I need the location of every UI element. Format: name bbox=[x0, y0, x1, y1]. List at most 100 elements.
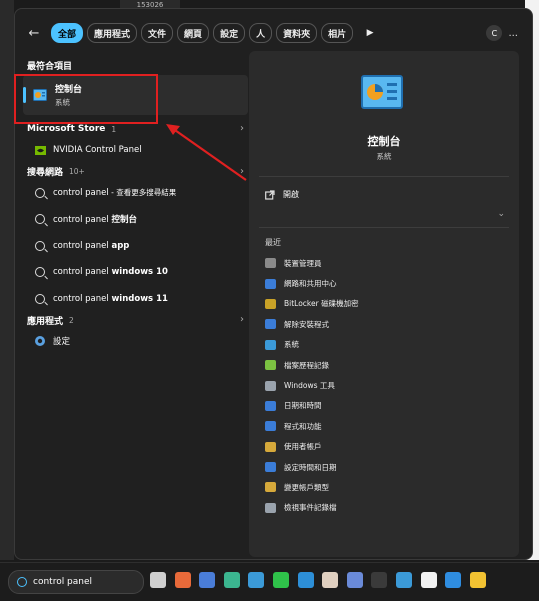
recent-list: 裝置管理員網路和共用中心 BitLocker 磁碟機加密 解除安裝程式 系統檔案歷程記… bbox=[265, 253, 505, 518]
filter-chip[interactable]: 設定 bbox=[213, 23, 246, 43]
recent-item-icon bbox=[265, 319, 276, 330]
recent-item[interactable]: 檢視事件記錄檔 bbox=[265, 498, 505, 518]
recent-item-icon bbox=[265, 258, 276, 269]
recent-item[interactable]: BitLocker 磁碟機加密 bbox=[265, 294, 505, 314]
filter-chip[interactable]: 人 bbox=[249, 23, 273, 43]
search-icon bbox=[35, 187, 45, 198]
task-view-icon[interactable] bbox=[150, 572, 166, 588]
recent-item-icon bbox=[265, 360, 276, 371]
chevron-down-icon[interactable]: ⌄ bbox=[497, 209, 505, 219]
filter-chip[interactable]: 相片 bbox=[321, 23, 354, 43]
web-result-text: control panel app bbox=[53, 241, 129, 251]
taskbar-app-icons bbox=[150, 572, 494, 588]
preview-subtitle: 系統 bbox=[376, 152, 392, 161]
store-result-label: NVIDIA Control Panel bbox=[53, 145, 142, 156]
annotation-arrow bbox=[166, 124, 247, 181]
store-count: 1 bbox=[111, 124, 117, 134]
filter-chip[interactable]: 應用程式 bbox=[87, 23, 138, 43]
back-arrow-icon[interactable]: ← bbox=[23, 23, 45, 43]
recent-item[interactable]: 程式和功能 bbox=[265, 416, 505, 436]
network-icon[interactable] bbox=[346, 572, 363, 588]
recent-item[interactable]: 網路和共用中心 bbox=[265, 273, 505, 293]
nvidia-icon bbox=[34, 145, 46, 155]
preview-pane: 控制台 系統 開啟 ⌄ 最近 裝置管理員網路和共用中心 BitLocker 磁碟機… bbox=[249, 51, 519, 557]
line-icon[interactable] bbox=[272, 572, 289, 588]
remote-desktop-icon[interactable] bbox=[248, 572, 265, 588]
recent-item[interactable]: 使用者帳戶 bbox=[265, 437, 505, 457]
web-result-query: control panel bbox=[53, 267, 112, 278]
web-result-query: control panel bbox=[53, 240, 112, 251]
search-input[interactable] bbox=[33, 577, 133, 587]
filter-chip[interactable]: 網頁 bbox=[177, 23, 210, 43]
taskbar-search-box[interactable] bbox=[8, 570, 144, 594]
vscode-icon[interactable] bbox=[445, 572, 462, 588]
web-result-item[interactable]: control panel app bbox=[23, 233, 248, 260]
store-section-label: Microsoft Store bbox=[27, 124, 106, 134]
recent-item-icon bbox=[265, 482, 276, 493]
chevron-right-icon[interactable]: › bbox=[240, 314, 244, 325]
recent-item[interactable]: 設定時間和日期 bbox=[265, 457, 505, 477]
filter-chip[interactable]: 資料夾 bbox=[276, 23, 318, 43]
open-external-icon bbox=[265, 189, 275, 200]
web-result-text: control panel 控制台 bbox=[53, 213, 137, 225]
file-explorer-icon[interactable] bbox=[469, 572, 486, 588]
store-icon[interactable] bbox=[420, 572, 437, 588]
web-result-query: control panel bbox=[53, 188, 109, 199]
apps-count: 2 bbox=[69, 315, 74, 325]
recent-item[interactable]: 變更帳戶類型 bbox=[265, 477, 505, 497]
divider bbox=[259, 176, 509, 177]
recent-item[interactable]: 解除安裝程式 bbox=[265, 314, 505, 334]
edge-icon[interactable] bbox=[297, 572, 314, 588]
recent-item-label: BitLocker 磁碟機加密 bbox=[284, 299, 359, 309]
recent-item[interactable]: 日期和時間 bbox=[265, 396, 505, 416]
terminal-icon[interactable] bbox=[371, 572, 388, 588]
recent-item-label: 程式和功能 bbox=[284, 421, 322, 431]
more-filters-play-icon[interactable]: ▶ bbox=[361, 28, 379, 38]
calculator-icon[interactable] bbox=[199, 572, 216, 588]
account-avatar[interactable]: C bbox=[486, 25, 503, 41]
web-section-label: 搜尋網路 bbox=[27, 168, 64, 178]
web-result-suggestion: windows 11 bbox=[111, 293, 168, 304]
recent-item-label: 解除安裝程式 bbox=[284, 319, 329, 329]
recent-item-label: 檢視事件記錄檔 bbox=[284, 503, 337, 513]
web-result-item[interactable]: control panel 控制台 bbox=[23, 206, 248, 233]
recent-item[interactable]: 系統 bbox=[265, 335, 505, 355]
web-result-item[interactable]: control panel windows 11 bbox=[23, 286, 248, 313]
copilot-icon[interactable] bbox=[174, 572, 191, 588]
search-icon bbox=[35, 293, 45, 304]
apps-section-heading[interactable]: 應用程式 2 bbox=[23, 312, 248, 328]
edge-dev-icon[interactable] bbox=[223, 572, 240, 588]
desktop-left-strip bbox=[0, 0, 14, 560]
search-icon bbox=[35, 267, 45, 278]
open-action[interactable]: 開啟 bbox=[265, 189, 299, 200]
recent-item-label: 系統 bbox=[284, 340, 299, 350]
web-count: 10+ bbox=[69, 167, 85, 176]
recent-item-label: 裝置管理員 bbox=[284, 258, 322, 268]
more-options-icon[interactable]: ... bbox=[508, 28, 518, 39]
recent-item[interactable]: Windows 工具 bbox=[265, 375, 505, 395]
preview-title: 控制台 bbox=[367, 135, 401, 148]
recent-item[interactable]: 裝置管理員 bbox=[265, 253, 505, 273]
web-result-text: control panel windows 10 bbox=[53, 267, 168, 277]
recent-item-icon bbox=[265, 380, 276, 391]
recent-item-icon bbox=[265, 298, 276, 309]
web-result-suggestion: app bbox=[111, 240, 130, 251]
paint-icon[interactable] bbox=[322, 572, 339, 588]
taskbar bbox=[0, 562, 539, 601]
recent-item[interactable]: 檔案歷程記錄 bbox=[265, 355, 505, 375]
web-result-suggestion: 控制台 bbox=[111, 215, 137, 226]
filter-chips: 全部 應用程式 文件 網頁 設定人資料夾 相片 bbox=[51, 23, 357, 43]
recent-item-icon bbox=[265, 462, 276, 473]
filter-chip[interactable]: 全部 bbox=[51, 23, 84, 43]
recent-heading: 最近 bbox=[265, 238, 281, 247]
filter-chip[interactable]: 文件 bbox=[141, 23, 174, 43]
recent-item-label: 使用者帳戶 bbox=[284, 442, 322, 452]
app-result-settings[interactable]: 設定 bbox=[23, 328, 248, 355]
search-icon bbox=[17, 577, 27, 587]
highlight-box-best-match bbox=[14, 74, 158, 124]
best-match-heading: 最符合項目 bbox=[27, 61, 73, 72]
web-result-query: control panel bbox=[53, 293, 112, 304]
recent-item-icon bbox=[265, 278, 276, 289]
web-result-item[interactable]: control panel windows 10 bbox=[23, 259, 248, 286]
photos-icon[interactable] bbox=[395, 572, 412, 588]
